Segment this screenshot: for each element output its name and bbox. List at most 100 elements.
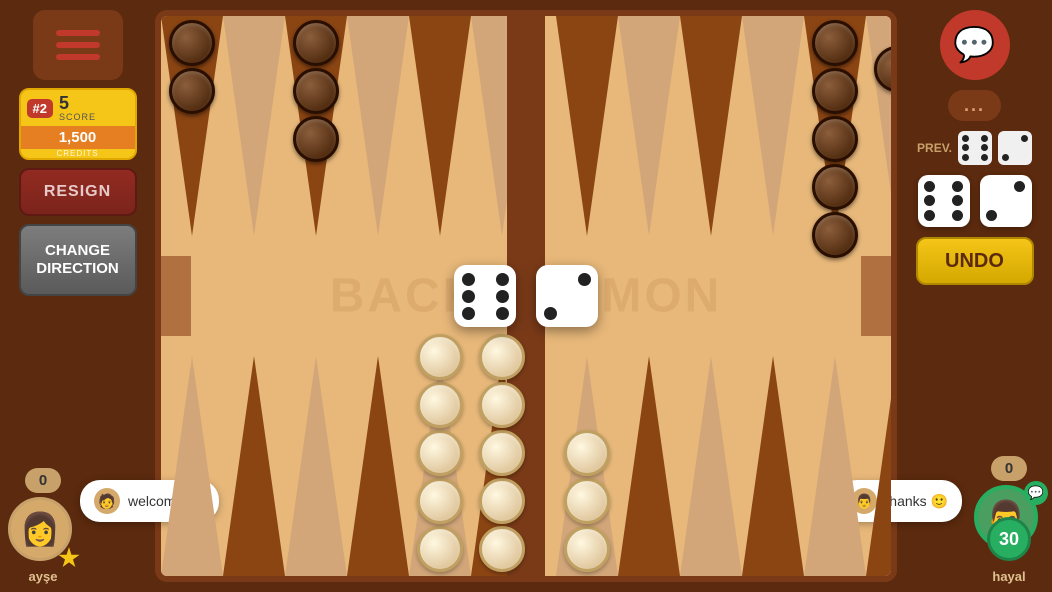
pip bbox=[971, 144, 978, 151]
pip bbox=[962, 154, 969, 161]
pip bbox=[924, 181, 935, 192]
pip bbox=[924, 210, 935, 221]
player-left-name: ayşe bbox=[29, 569, 58, 584]
chat-right-message: thanks 🙂 bbox=[885, 493, 948, 510]
pip bbox=[479, 290, 492, 303]
pip bbox=[981, 144, 988, 151]
checker-piece[interactable] bbox=[812, 116, 858, 162]
checker-piece[interactable] bbox=[417, 478, 463, 524]
checker-piece[interactable] bbox=[479, 382, 525, 428]
player-left: 0 👩 ayşe bbox=[8, 468, 78, 584]
pip bbox=[938, 181, 949, 192]
player-right-timer: 30 bbox=[987, 517, 1031, 561]
pip bbox=[544, 290, 557, 303]
pip bbox=[1000, 195, 1011, 206]
chat-icon: 💬 bbox=[953, 25, 995, 65]
pip bbox=[1002, 144, 1009, 151]
pip bbox=[1021, 144, 1028, 151]
pip bbox=[561, 273, 574, 286]
pip bbox=[561, 307, 574, 320]
checker-piece[interactable] bbox=[812, 164, 858, 210]
pip bbox=[971, 154, 978, 161]
prev-die-1 bbox=[958, 131, 992, 165]
pip bbox=[938, 195, 949, 206]
pip bbox=[986, 195, 997, 206]
checker-piece[interactable] bbox=[293, 116, 339, 162]
checker-piece[interactable] bbox=[479, 334, 525, 380]
current-die-1 bbox=[918, 175, 970, 227]
pip bbox=[1000, 181, 1011, 192]
board-die-1 bbox=[454, 265, 516, 327]
checker-piece[interactable] bbox=[812, 212, 858, 258]
player-left-avatar-face: 👩 bbox=[11, 500, 69, 558]
chat-button[interactable]: 💬 bbox=[940, 10, 1010, 80]
checker-piece[interactable] bbox=[293, 20, 339, 66]
resign-button[interactable]: RESIGN bbox=[19, 168, 137, 216]
pip bbox=[952, 195, 963, 206]
pip bbox=[971, 135, 978, 142]
pip bbox=[924, 195, 935, 206]
current-die-2 bbox=[980, 175, 1032, 227]
pip bbox=[496, 307, 509, 320]
pip bbox=[1002, 135, 1009, 142]
pip bbox=[462, 307, 475, 320]
checker-piece[interactable] bbox=[564, 430, 610, 476]
player-left-avatar: 👩 bbox=[8, 497, 72, 561]
undo-button[interactable]: UNDO bbox=[916, 237, 1034, 285]
pip bbox=[544, 273, 557, 286]
menu-line-1 bbox=[56, 30, 100, 36]
side-bar-left bbox=[161, 256, 191, 336]
pip bbox=[1011, 154, 1018, 161]
pip bbox=[462, 273, 475, 286]
pip bbox=[561, 290, 574, 303]
pip bbox=[1011, 144, 1018, 151]
menu-button[interactable] bbox=[33, 10, 123, 80]
pip bbox=[479, 307, 492, 320]
more-options-button[interactable]: ... bbox=[948, 90, 1001, 121]
checker-piece[interactable] bbox=[812, 20, 858, 66]
pip bbox=[962, 144, 969, 151]
pip bbox=[1021, 154, 1028, 161]
score-box: #2 5 SCORE 1,500 CREDITS bbox=[19, 88, 137, 160]
checker-piece[interactable] bbox=[479, 430, 525, 476]
checker-piece[interactable] bbox=[564, 526, 610, 572]
player-right: 0 👨 💬 30 hayal bbox=[974, 456, 1044, 584]
pip bbox=[496, 290, 509, 303]
pip bbox=[986, 181, 997, 192]
score-number: 5 bbox=[59, 94, 96, 112]
score-top: #2 5 SCORE bbox=[21, 90, 135, 126]
pip bbox=[1014, 210, 1025, 221]
pip bbox=[952, 181, 963, 192]
pip bbox=[952, 210, 963, 221]
checker-piece[interactable] bbox=[169, 68, 215, 114]
pip bbox=[981, 135, 988, 142]
prev-die-2 bbox=[998, 131, 1032, 165]
checker-piece[interactable] bbox=[417, 382, 463, 428]
pip bbox=[1021, 135, 1028, 142]
checker-piece[interactable] bbox=[417, 430, 463, 476]
checker-piece[interactable] bbox=[479, 478, 525, 524]
player-right-name: hayal bbox=[992, 569, 1025, 584]
checker-piece[interactable] bbox=[417, 334, 463, 380]
menu-line-2 bbox=[56, 42, 100, 48]
pip bbox=[1014, 181, 1025, 192]
checker-piece[interactable] bbox=[169, 20, 215, 66]
board-die-2 bbox=[536, 265, 598, 327]
pip bbox=[578, 273, 591, 286]
checker-piece[interactable] bbox=[564, 478, 610, 524]
checker-piece[interactable] bbox=[812, 68, 858, 114]
board-inner: BACKGAMMON bbox=[161, 16, 891, 576]
pip bbox=[578, 290, 591, 303]
player-left-score: 0 bbox=[25, 468, 61, 493]
pip bbox=[981, 154, 988, 161]
checker-piece[interactable] bbox=[417, 526, 463, 572]
player-right-chat-icon: 💬 bbox=[1024, 481, 1048, 505]
checker-piece[interactable] bbox=[293, 68, 339, 114]
pip bbox=[578, 307, 591, 320]
change-direction-button[interactable]: CHANGE DIRECTION bbox=[19, 224, 137, 296]
prev-label: PREV. bbox=[917, 141, 952, 155]
pip bbox=[462, 290, 475, 303]
pip bbox=[938, 210, 949, 221]
checker-piece[interactable] bbox=[479, 526, 525, 572]
board-dice bbox=[454, 265, 598, 327]
